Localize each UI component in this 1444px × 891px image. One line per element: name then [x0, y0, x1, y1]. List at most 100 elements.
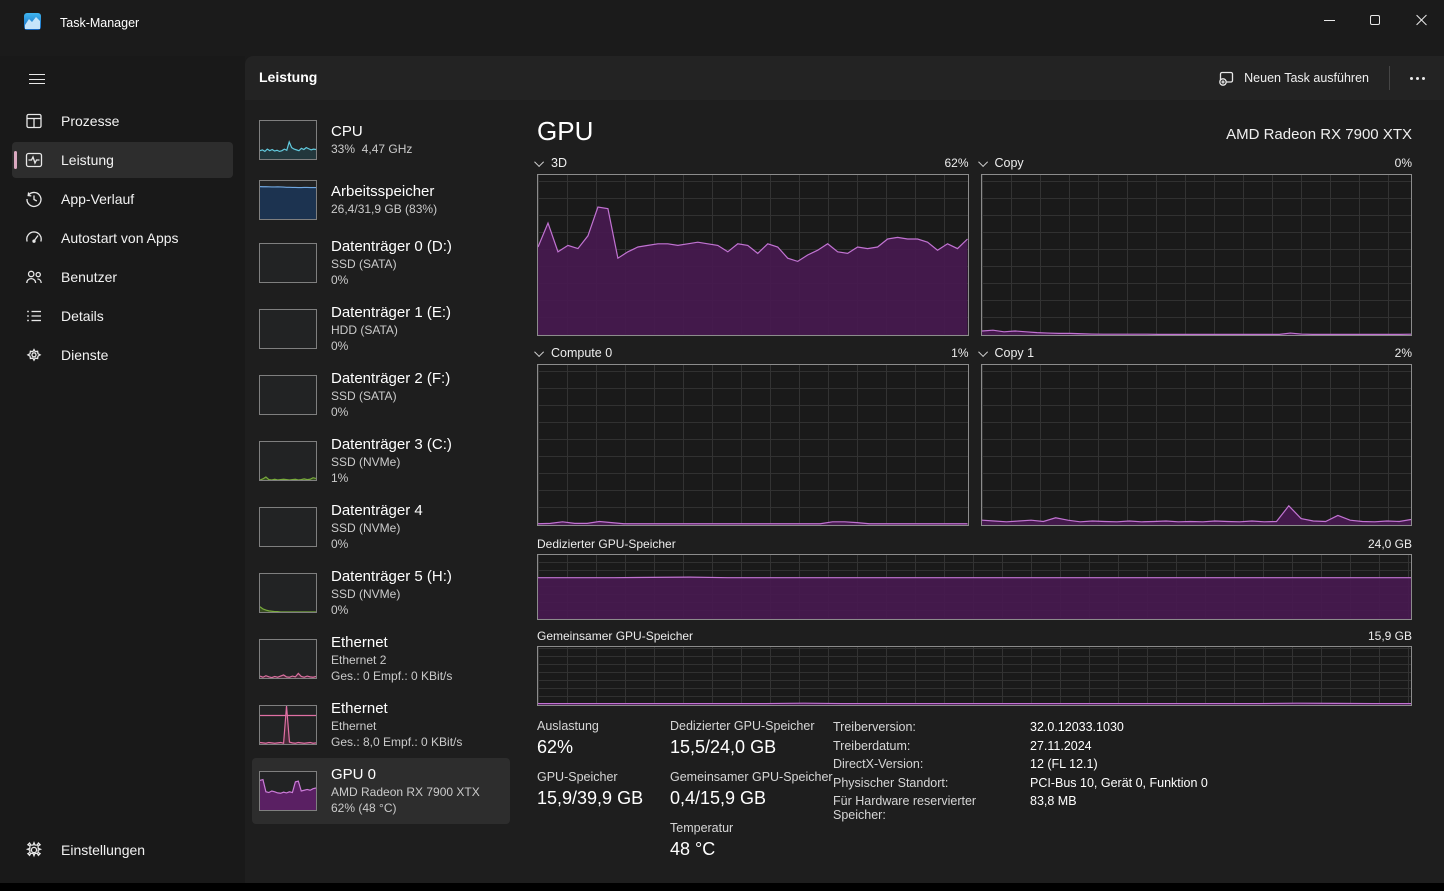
sidebar-item-autostart[interactable]: Autostart von Apps — [12, 220, 233, 256]
panel-header: Leistung Neuen Task ausführen — [245, 56, 1444, 100]
chevron-down-icon[interactable] — [534, 347, 544, 357]
header-separator — [1389, 66, 1390, 90]
chart-copy1 — [981, 364, 1413, 526]
details-icon — [24, 306, 44, 326]
sidebar-item-details[interactable]: Details — [12, 298, 233, 334]
app-history-icon — [24, 189, 44, 209]
shared-memory-value: 0,4/15,9 GB — [670, 785, 833, 811]
minimize-icon — [1324, 20, 1335, 21]
driver-date: 27.11.2024 — [1030, 739, 1412, 753]
chart-header-3d[interactable]: 3D 62% — [537, 152, 969, 174]
page-title: Leistung — [259, 69, 317, 85]
cpu-mini-chart — [259, 120, 317, 160]
task-manager-app-icon — [24, 13, 41, 30]
chart-header-copy1[interactable]: Copy 1 2% — [981, 342, 1413, 364]
sidebar-item-label: Autostart von Apps — [61, 230, 179, 246]
hamburger-icon — [29, 74, 45, 84]
chart-compute0 — [537, 364, 969, 526]
gpu-memory-value: 15,9/39,9 GB — [537, 785, 670, 811]
chevron-down-icon[interactable] — [978, 157, 988, 167]
run-new-task-button[interactable]: Neuen Task ausführen — [1207, 63, 1379, 93]
sidebar-item-label: Leistung — [61, 152, 114, 168]
disk0-mini-chart — [259, 243, 317, 283]
sidebar-item-dienste[interactable]: Dienste — [12, 337, 233, 373]
gpu-detail-pane: GPU AMD Radeon RX 7900 XTX 3D 62% Copy 0… — [537, 100, 1412, 883]
shared-memory-header: Gemeinsamer GPU-Speicher 15,9 GB — [537, 626, 1412, 646]
sidebar-item-label: Details — [61, 308, 104, 324]
users-icon — [24, 267, 44, 287]
sidebar-item-benutzer[interactable]: Benutzer — [12, 259, 233, 295]
perf-item-ethernet2[interactable]: EthernetEthernetGes.: 8,0 Empf.: 0 KBit/… — [252, 692, 510, 758]
perf-item-disk3[interactable]: Datenträger 3 (C:)SSD (NVMe)1% — [252, 428, 510, 494]
titlebar: Task-Manager — [0, 0, 1444, 56]
gpu0-mini-chart — [259, 771, 317, 811]
sidebar-item-app-verlauf[interactable]: App-Verlauf — [12, 181, 233, 217]
sidebar-item-label: App-Verlauf — [61, 191, 134, 207]
disk4-mini-chart — [259, 507, 317, 547]
perf-item-disk5[interactable]: Datenträger 5 (H:)SSD (NVMe)0% — [252, 560, 510, 626]
chart-value-copy1: 2% — [1395, 346, 1412, 360]
directx-version: 12 (FL 12.1) — [1030, 757, 1412, 771]
temperature-value: 48 °C — [670, 836, 833, 862]
close-icon — [1415, 14, 1427, 26]
chart-3d — [537, 174, 969, 336]
ellipsis-icon — [1410, 77, 1413, 80]
maximize-button[interactable] — [1352, 0, 1398, 40]
maximize-icon — [1370, 15, 1380, 25]
perf-item-disk2[interactable]: Datenträger 2 (F:)SSD (SATA)0% — [252, 362, 510, 428]
gpu-stats: Auslastung62% GPU-Speicher15,9/39,9 GB D… — [537, 718, 1412, 871]
memory-mini-chart — [259, 180, 317, 220]
main-panel: Leistung Neuen Task ausführen CPU33% 4,4… — [245, 56, 1444, 883]
chart-value-copy: 0% — [1395, 156, 1412, 170]
task-manager-window: Task-Manager Prozesse Leistung — [0, 0, 1444, 891]
shared-memory-scale: 15,9 GB — [1368, 629, 1412, 643]
chart-header-copy[interactable]: Copy 0% — [981, 152, 1413, 174]
window-title: Task-Manager — [60, 16, 139, 30]
ethernet2-mini-chart — [259, 705, 317, 745]
sidebar-item-leistung[interactable]: Leistung — [12, 142, 233, 178]
hw-reserved-memory: 83,8 MB — [1030, 794, 1412, 822]
perf-item-disk0[interactable]: Datenträger 0 (D:)SSD (SATA)0% — [252, 230, 510, 296]
disk1-mini-chart — [259, 309, 317, 349]
chart-shared-memory — [537, 646, 1412, 706]
menu-toggle-button[interactable] — [17, 62, 57, 96]
perf-item-memory[interactable]: Arbeitsspeicher26,4/31,9 GB (83%) — [252, 170, 510, 230]
perf-item-disk1[interactable]: Datenträger 1 (E:)HDD (SATA)0% — [252, 296, 510, 362]
utilization-value: 62% — [537, 734, 670, 760]
sidebar-item-prozesse[interactable]: Prozesse — [12, 103, 233, 139]
gear-icon — [24, 840, 44, 860]
driver-version: 32.0.12033.1030 — [1030, 720, 1412, 734]
new-task-icon — [1217, 69, 1235, 87]
gpu-driver-details: Treiberversion:32.0.12033.1030 Treiberda… — [833, 718, 1412, 871]
more-options-button[interactable] — [1400, 64, 1434, 92]
selected-accent-bar — [14, 151, 17, 169]
perf-item-gpu0[interactable]: GPU 0AMD Radeon RX 7900 XTX62% (48 °C) — [252, 758, 510, 824]
dedicated-memory-header: Dedizierter GPU-Speicher 24,0 GB — [537, 534, 1412, 554]
disk5-mini-chart — [259, 573, 317, 613]
startup-apps-icon — [24, 228, 44, 248]
chart-value-3d: 62% — [944, 156, 968, 170]
sidebar-item-label: Benutzer — [61, 269, 117, 285]
ethernet1-mini-chart — [259, 639, 317, 679]
run-new-task-label: Neuen Task ausführen — [1244, 71, 1369, 85]
performance-list: CPU33% 4,47 GHz Arbeitsspeicher26,4/31,9… — [252, 110, 510, 824]
chart-dedicated-memory — [537, 554, 1412, 620]
panel-body: CPU33% 4,47 GHz Arbeitsspeicher26,4/31,9… — [245, 100, 1444, 883]
perf-item-ethernet1[interactable]: EthernetEthernet 2Ges.: 0 Empf.: 0 KBit/… — [252, 626, 510, 692]
perf-item-disk4[interactable]: Datenträger 4SSD (NVMe)0% — [252, 494, 510, 560]
gpu-device-name: AMD Radeon RX 7900 XTX — [1226, 126, 1412, 146]
chevron-down-icon[interactable] — [534, 157, 544, 167]
chevron-down-icon[interactable] — [978, 347, 988, 357]
chart-header-compute0[interactable]: Compute 0 1% — [537, 342, 969, 364]
sidebar-item-label: Einstellungen — [61, 842, 145, 858]
processes-icon — [24, 111, 44, 131]
disk3-mini-chart — [259, 441, 317, 481]
sidebar: Prozesse Leistung App-Verlauf Autostar — [0, 56, 245, 883]
perf-item-cpu[interactable]: CPU33% 4,47 GHz — [252, 110, 510, 170]
dedicated-memory-value: 15,5/24,0 GB — [670, 734, 833, 760]
sidebar-item-label: Prozesse — [61, 113, 119, 129]
minimize-button[interactable] — [1306, 0, 1352, 40]
sidebar-item-einstellungen[interactable]: Einstellungen — [12, 832, 233, 868]
gpu-section-title: GPU — [537, 116, 593, 146]
close-button[interactable] — [1398, 0, 1444, 40]
